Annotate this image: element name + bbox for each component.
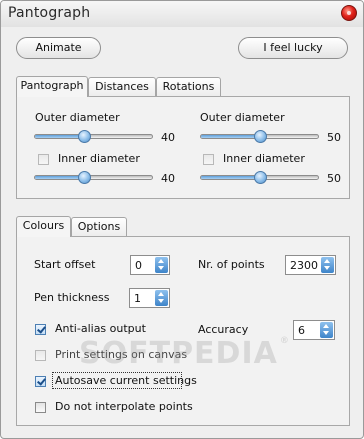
tab-distances[interactable]: Distances bbox=[88, 77, 156, 97]
nr-of-points-value: 2300 bbox=[290, 259, 318, 272]
tab-rotations[interactable]: Rotations bbox=[156, 77, 221, 97]
inner-diameter-right-slider[interactable] bbox=[200, 171, 319, 184]
start-offset-spinner[interactable]: 0 bbox=[130, 255, 170, 275]
softpedia-watermark: SOFTPEDIA ® bbox=[79, 336, 290, 371]
spin-arrows-icon[interactable] bbox=[155, 257, 168, 273]
animate-button[interactable]: Animate bbox=[16, 37, 101, 59]
no-interpolate-checkbox[interactable] bbox=[35, 402, 46, 413]
outer-diameter-left-value: 40 bbox=[161, 131, 175, 144]
inner-diameter-right-checkbox[interactable] bbox=[203, 154, 214, 165]
window-title: Pantograph bbox=[8, 5, 91, 21]
inner-diameter-right-fill bbox=[201, 176, 260, 179]
pen-thickness-value: 1 bbox=[134, 292, 141, 305]
spin-arrows-icon[interactable] bbox=[321, 257, 334, 273]
no-interpolate-label: Do not interpolate points bbox=[55, 400, 193, 413]
inner-diameter-left-thumb[interactable] bbox=[78, 171, 92, 184]
accuracy-label: Accuracy bbox=[198, 323, 249, 336]
inner-diameter-left-fill bbox=[35, 176, 85, 179]
start-offset-label: Start offset bbox=[34, 258, 96, 271]
inner-diameter-left-checkbox[interactable] bbox=[38, 154, 49, 165]
accuracy-spinner[interactable]: 6 bbox=[293, 320, 335, 340]
outer-diameter-right-slider[interactable] bbox=[200, 130, 319, 143]
pen-thickness-label: Pen thickness bbox=[34, 291, 110, 304]
autosave-checkbox[interactable] bbox=[35, 376, 46, 387]
i-feel-lucky-button[interactable]: I feel lucky bbox=[238, 37, 348, 59]
anti-alias-label: Anti-alias output bbox=[55, 322, 146, 335]
pantograph-panel: Outer diameter 40 Inner diameter 40 Oute… bbox=[16, 96, 350, 199]
start-offset-value: 0 bbox=[135, 259, 142, 272]
nr-of-points-label: Nr. of points bbox=[198, 258, 265, 271]
outer-diameter-right-thumb[interactable] bbox=[253, 130, 267, 143]
spin-arrows-icon[interactable] bbox=[320, 322, 333, 338]
title-bar[interactable]: Pantograph bbox=[1, 1, 363, 27]
inner-diameter-right-thumb[interactable] bbox=[253, 171, 267, 184]
outer-diameter-right-value: 50 bbox=[327, 131, 341, 144]
accuracy-value: 6 bbox=[298, 324, 305, 337]
outer-diameter-left-label: Outer diameter bbox=[35, 111, 120, 124]
spin-arrows-icon[interactable] bbox=[155, 290, 168, 306]
print-settings-checkbox[interactable] bbox=[35, 350, 46, 361]
inner-diameter-left-slider[interactable] bbox=[34, 171, 153, 184]
outer-diameter-left-thumb[interactable] bbox=[78, 130, 92, 143]
pen-thickness-spinner[interactable]: 1 bbox=[129, 288, 170, 308]
options-panel: Start offset 0 Nr. of points 2300 Pen th… bbox=[16, 236, 350, 426]
autosave-label: Autosave current settings bbox=[55, 374, 197, 387]
watermark-mark: ® bbox=[279, 336, 290, 346]
nr-of-points-spinner[interactable]: 2300 bbox=[285, 255, 336, 275]
watermark-text: SOFTPEDIA bbox=[79, 336, 278, 371]
inner-diameter-right-label: Inner diameter bbox=[223, 152, 305, 165]
anti-alias-checkbox[interactable] bbox=[35, 324, 46, 335]
outer-diameter-left-slider[interactable] bbox=[34, 130, 153, 143]
close-icon[interactable] bbox=[341, 5, 357, 21]
outer-diameter-right-fill bbox=[201, 135, 260, 138]
inner-diameter-left-value: 40 bbox=[161, 172, 175, 185]
app-window: Pantograph Animate I feel lucky Pantogra… bbox=[0, 0, 364, 439]
outer-diameter-left-fill bbox=[35, 135, 85, 138]
outer-diameter-right-label: Outer diameter bbox=[200, 111, 285, 124]
inner-diameter-right-value: 50 bbox=[327, 172, 341, 185]
tab-colours[interactable]: Colours bbox=[16, 216, 71, 237]
tab-pantograph[interactable]: Pantograph bbox=[16, 76, 88, 97]
inner-diameter-left-label: Inner diameter bbox=[58, 152, 140, 165]
tab-options[interactable]: Options bbox=[71, 217, 127, 237]
